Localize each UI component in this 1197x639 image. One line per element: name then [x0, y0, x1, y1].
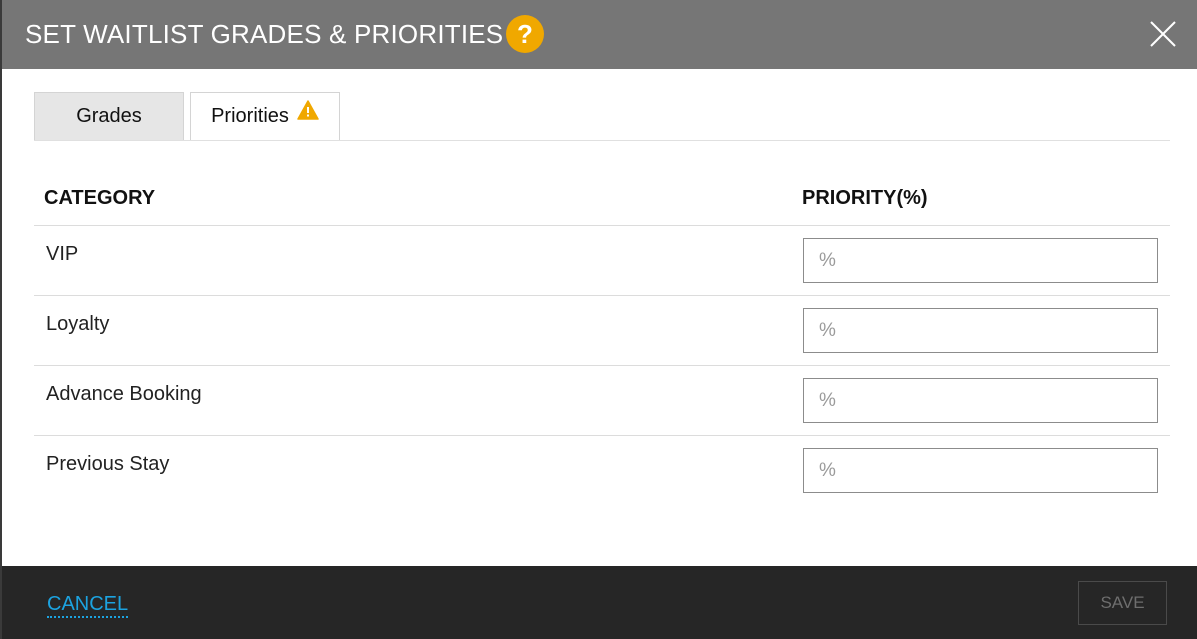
category-label: VIP — [46, 243, 79, 265]
priority-column-header: PRIORITY(%) — [802, 187, 928, 209]
tab-grades[interactable]: Grades — [34, 92, 184, 141]
table-row: VIP — [34, 225, 1170, 295]
table-row: Advance Booking — [34, 365, 1170, 435]
table-row: Previous Stay — [34, 435, 1170, 505]
save-button[interactable]: SAVE — [1078, 581, 1167, 625]
warning-icon — [297, 91, 319, 138]
dialog-title: SET WAITLIST GRADES & PRIORITIES — [25, 19, 504, 49]
advance-booking-priority-input[interactable] — [803, 378, 1158, 423]
tab-divider — [34, 140, 1170, 141]
tab-priorities[interactable]: Priorities — [190, 92, 340, 141]
dialog-header: SET WAITLIST GRADES & PRIORITIES ? — [2, 0, 1197, 69]
category-column-header: CATEGORY — [44, 187, 156, 209]
cancel-button[interactable]: CANCEL — [47, 593, 129, 618]
category-label: Loyalty — [46, 313, 110, 335]
tab-grades-label: Grades — [76, 105, 142, 127]
previous-stay-priority-input[interactable] — [803, 448, 1158, 493]
category-label: Advance Booking — [46, 383, 202, 405]
help-icon[interactable]: ? — [506, 15, 544, 53]
category-label: Previous Stay — [46, 453, 170, 475]
tab-priorities-label: Priorities — [211, 105, 289, 127]
dialog-footer: CANCEL SAVE — [2, 566, 1197, 639]
table-row: Loyalty — [34, 295, 1170, 365]
loyalty-priority-input[interactable] — [803, 308, 1158, 353]
close-icon[interactable] — [1149, 20, 1177, 48]
waitlist-dialog: SET WAITLIST GRADES & PRIORITIES ? Grade… — [0, 0, 1197, 639]
vip-priority-input[interactable] — [803, 238, 1158, 283]
